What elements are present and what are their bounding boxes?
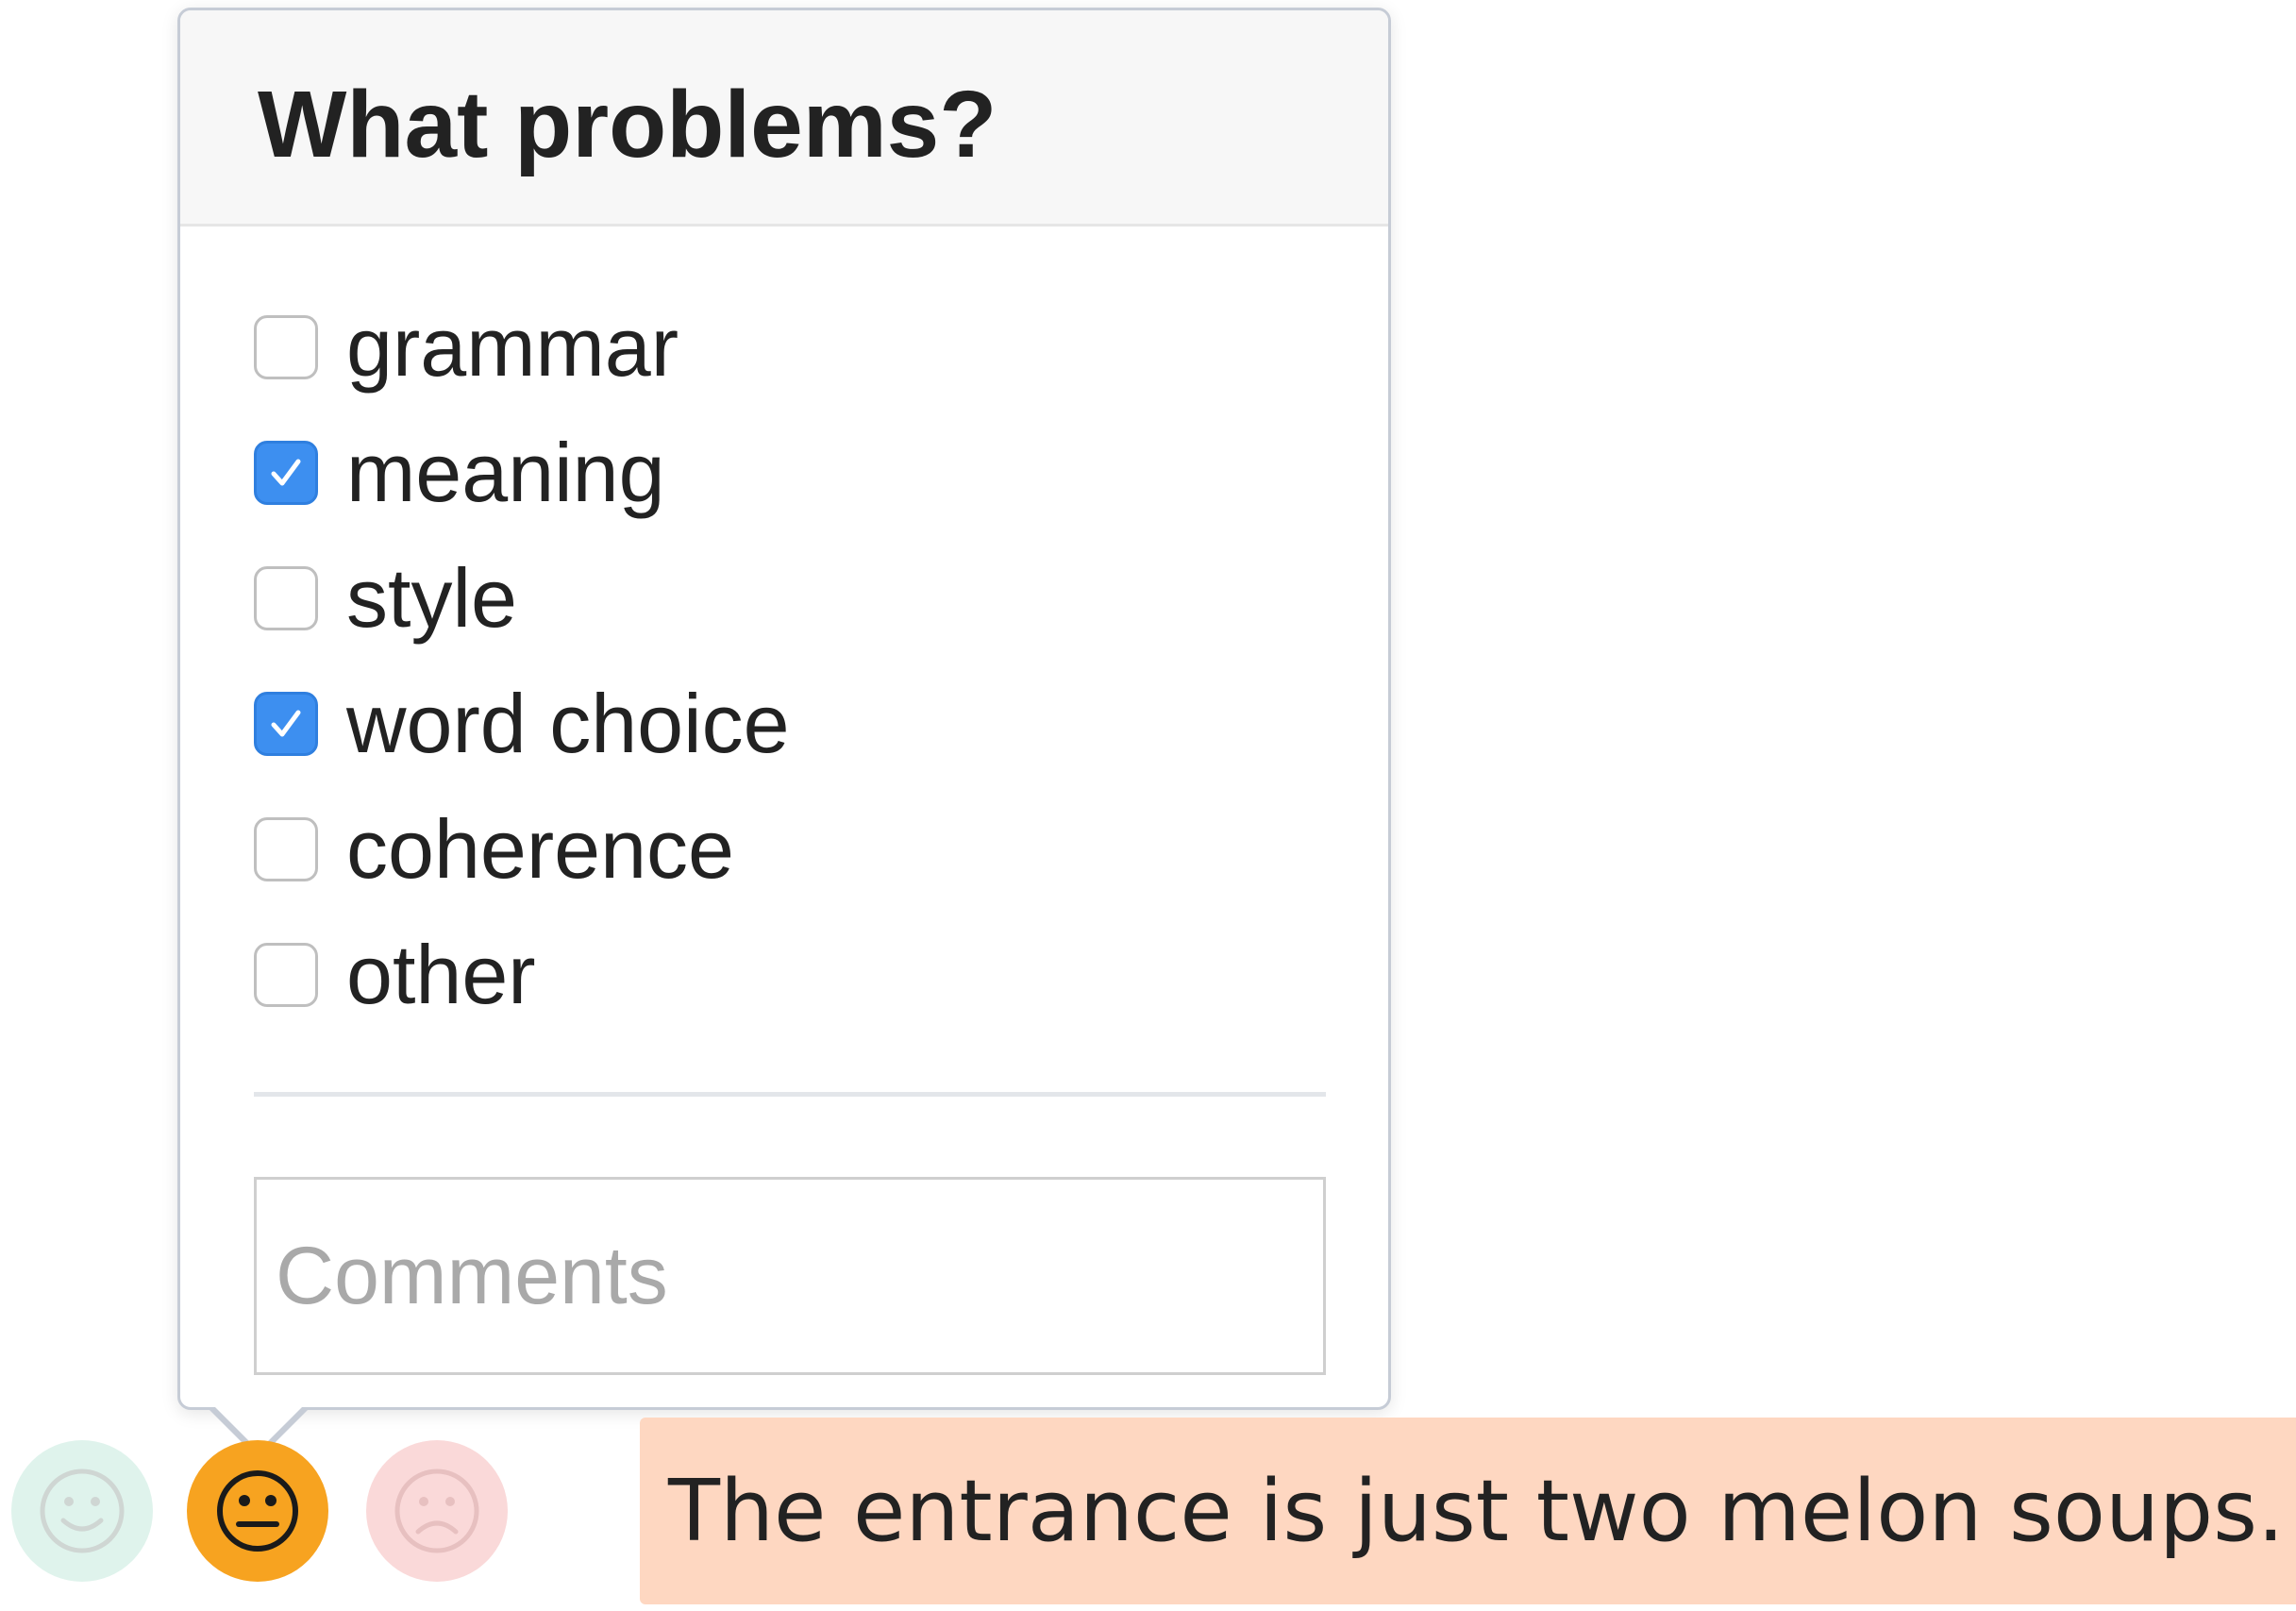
grammar-checkbox[interactable]	[254, 314, 318, 379]
smiley-face-icon	[40, 1468, 125, 1553]
frowning-face-icon	[394, 1468, 479, 1553]
option-other[interactable]: other	[254, 912, 790, 1037]
option-label-word-choice: word choice	[346, 676, 790, 770]
comments-input[interactable]	[254, 1177, 1326, 1375]
sad-rating-button[interactable]	[366, 1440, 508, 1582]
divider	[254, 1092, 1326, 1097]
option-grammar[interactable]: grammar	[254, 284, 790, 410]
option-word-choice[interactable]: word choice	[254, 661, 790, 786]
problem-options-list: grammar meaning style word choice cohere…	[254, 284, 790, 1037]
coherence-checkbox[interactable]	[254, 816, 318, 881]
option-label-meaning: meaning	[346, 425, 665, 519]
option-style[interactable]: style	[254, 535, 790, 661]
option-label-other: other	[346, 927, 536, 1021]
problems-popover: What problems? grammar meaning style wor…	[177, 8, 1391, 1410]
option-coherence[interactable]: coherence	[254, 786, 790, 912]
style-checkbox[interactable]	[254, 565, 318, 630]
meaning-checkbox[interactable]	[254, 440, 318, 505]
other-checkbox[interactable]	[254, 942, 318, 1007]
neutral-rating-button[interactable]	[187, 1440, 328, 1582]
option-label-coherence: coherence	[346, 801, 734, 896]
sentence-highlight: The entrance is just two melon soups.	[640, 1418, 2296, 1604]
checkmark-icon	[271, 459, 301, 485]
option-meaning[interactable]: meaning	[254, 410, 790, 535]
option-label-style: style	[346, 550, 517, 645]
sentence-text: The entrance is just two melon soups.	[668, 1461, 2285, 1561]
happy-rating-button[interactable]	[11, 1440, 153, 1582]
checkmark-icon	[271, 710, 301, 736]
neutral-face-icon	[217, 1470, 298, 1552]
option-label-grammar: grammar	[346, 299, 679, 394]
popover-header: What problems?	[180, 10, 1388, 227]
word-choice-checkbox[interactable]	[254, 691, 318, 756]
popover-title: What problems?	[258, 72, 997, 177]
